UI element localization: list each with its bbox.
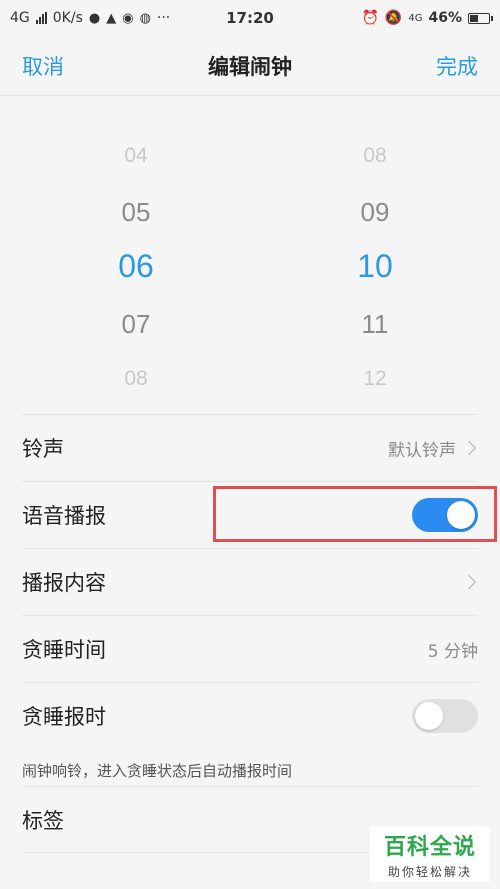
hour-selected[interactable]: 06 xyxy=(96,248,176,285)
status-left: 4G 0K/s ● ▲ ◉ ◍ ··· xyxy=(10,10,170,26)
minute-option[interactable]: 08 xyxy=(335,144,415,168)
done-button[interactable]: 完成 xyxy=(436,51,478,81)
snooze-broadcast-label: 贪睡报时 xyxy=(22,705,106,729)
network-speed: 0K/s xyxy=(52,10,83,26)
signal-icon xyxy=(35,12,47,24)
hour-wheel[interactable]: 04 05 06 07 08 xyxy=(96,130,176,402)
snooze-time-label: 贪睡时间 xyxy=(22,638,106,662)
battery-fill xyxy=(470,14,478,22)
toggle-knob xyxy=(415,702,443,730)
hour-option[interactable]: 07 xyxy=(96,309,176,340)
watermark-logo: 百科全说 助你轻松解决 xyxy=(370,826,490,882)
broadcast-content-row[interactable]: 播报内容 xyxy=(22,548,478,615)
status-time: 17:20 xyxy=(226,9,274,27)
ringtone-value: 默认铃声 xyxy=(388,440,456,461)
chevron-right-icon xyxy=(461,574,477,590)
cancel-button[interactable]: 取消 xyxy=(22,51,64,81)
network-type-2: 4G xyxy=(408,12,423,24)
snooze-broadcast-row: 贪睡报时 xyxy=(22,682,478,749)
ringtone-label: 铃声 xyxy=(22,437,64,461)
minute-selected[interactable]: 10 xyxy=(335,248,415,285)
network-type: 4G xyxy=(10,10,30,26)
status-right: ⏰ 🔕 4G 46% xyxy=(361,10,493,26)
hour-option[interactable]: 08 xyxy=(96,367,176,391)
watermark-title: 百科全说 xyxy=(383,834,476,860)
nav-bar: 取消 编辑闹钟 完成 xyxy=(0,36,500,96)
minute-option[interactable]: 12 xyxy=(335,367,415,391)
minute-option[interactable]: 09 xyxy=(335,197,415,228)
voice-broadcast-label: 语音播报 xyxy=(22,504,106,528)
watermark-subtitle: 助你轻松解决 xyxy=(387,864,472,879)
snooze-time-value: 5 分钟 xyxy=(427,641,478,662)
broadcast-content-label: 播报内容 xyxy=(22,571,106,595)
tag-label: 标签 xyxy=(22,808,64,833)
mute-icon: 🔕 xyxy=(384,10,403,26)
hour-option[interactable]: 05 xyxy=(96,197,176,228)
wechat-icon: ● xyxy=(88,10,101,26)
battery-icon xyxy=(468,12,493,24)
alarm-icon: ⏰ xyxy=(361,10,379,26)
snooze-broadcast-toggle[interactable] xyxy=(412,699,478,733)
status-bar: 4G 0K/s ● ▲ ◉ ◍ ··· 17:20 ⏰ 🔕 4G 46% xyxy=(0,0,500,36)
snooze-time-row[interactable]: 贪睡时间 5 分钟 xyxy=(22,615,478,682)
qq-icon: ▲ xyxy=(106,10,117,26)
browser-icon: ◉ xyxy=(122,10,134,26)
page-title: 编辑闹钟 xyxy=(208,54,292,79)
highlight-annotation xyxy=(213,486,497,542)
minute-wheel[interactable]: 08 09 10 11 12 xyxy=(335,130,415,402)
more-dots: ··· xyxy=(156,10,171,26)
battery-percent: 46% xyxy=(428,10,462,26)
snooze-note: 闹钟响铃，进入贪睡状态后自动播报时间 xyxy=(22,762,293,780)
chevron-right-icon xyxy=(461,440,477,456)
hour-option[interactable]: 04 xyxy=(96,144,176,168)
weibo-icon: ◍ xyxy=(139,10,151,26)
minute-option[interactable]: 11 xyxy=(335,309,415,340)
time-picker: 04 05 06 07 08 08 09 10 11 12 xyxy=(0,130,500,402)
ringtone-row[interactable]: 铃声 默认铃声 xyxy=(22,414,478,481)
